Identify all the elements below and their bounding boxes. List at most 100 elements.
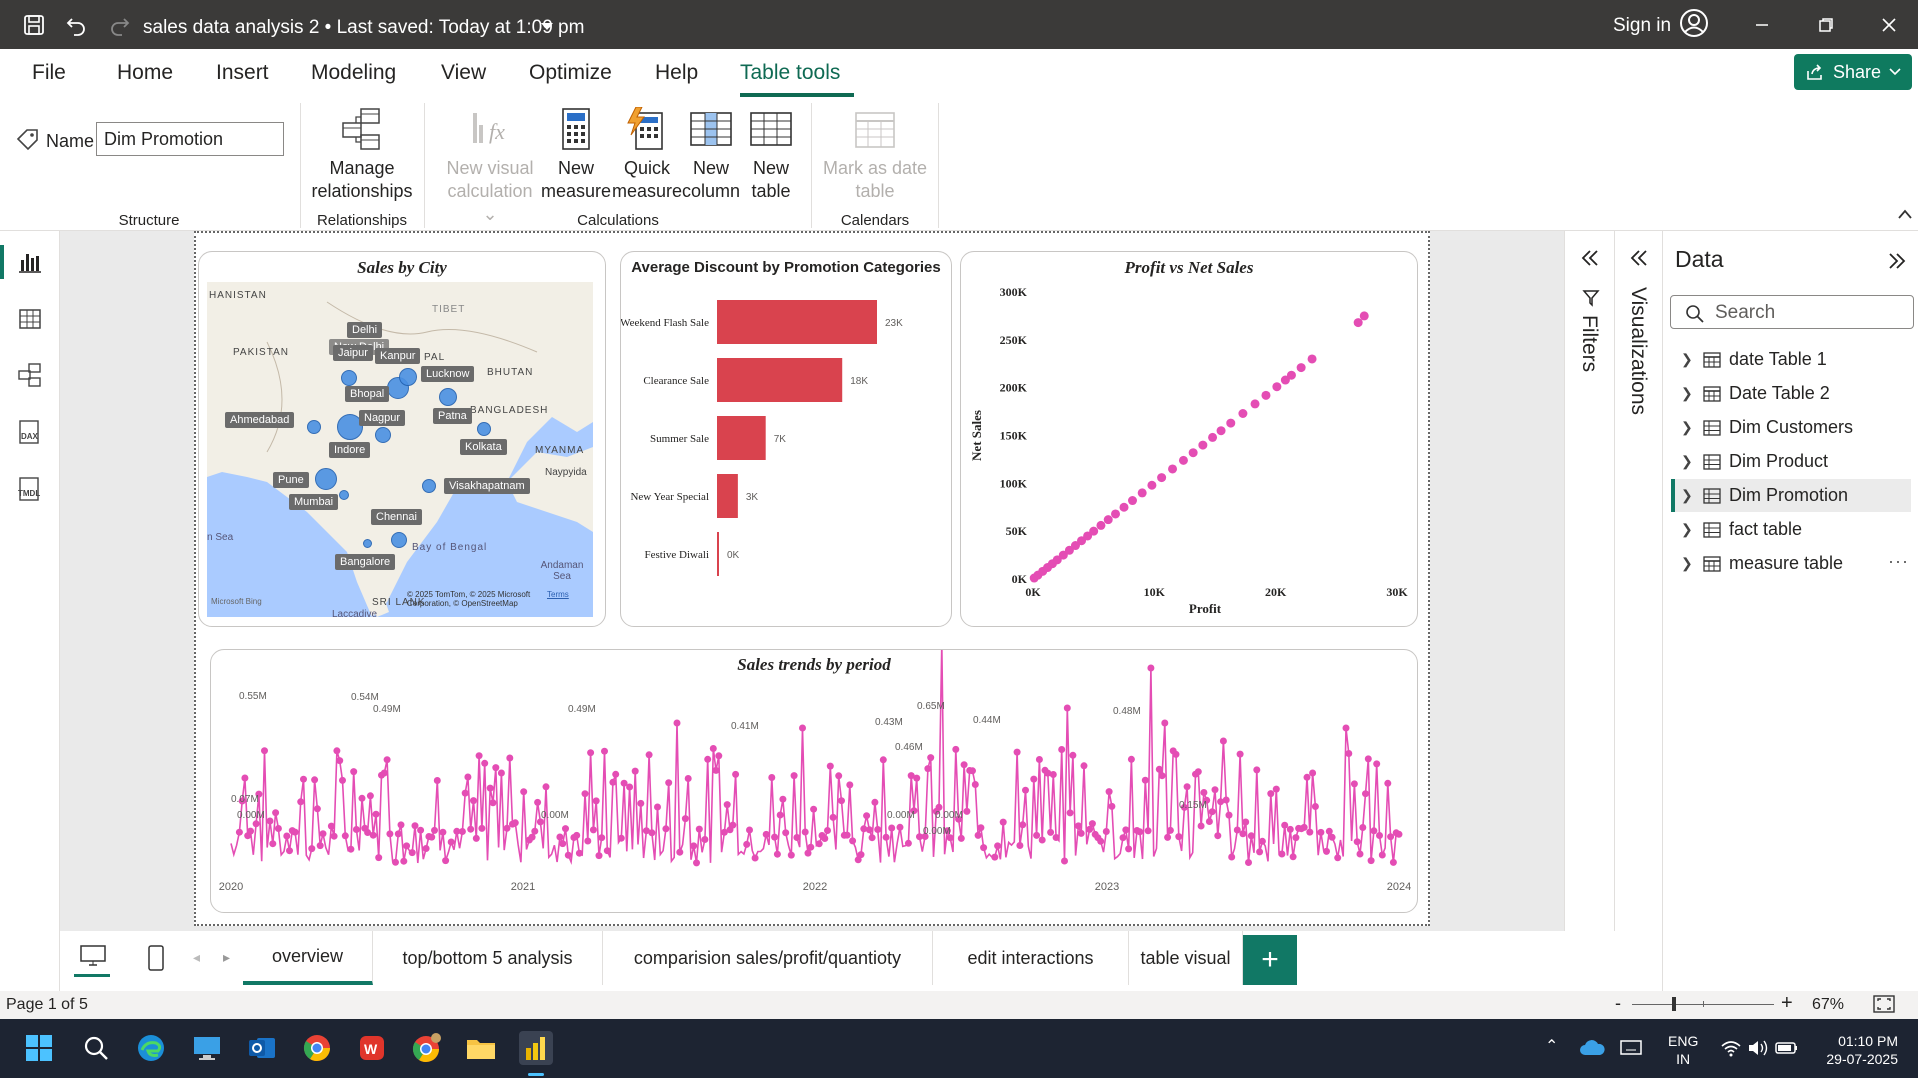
line-point[interactable] — [400, 857, 408, 865]
line-point[interactable] — [715, 752, 723, 760]
table-view-icon[interactable] — [12, 301, 48, 337]
line-point[interactable] — [1105, 788, 1113, 796]
fit-to-page-icon[interactable] — [1873, 995, 1895, 1013]
line-point[interactable] — [1323, 847, 1330, 855]
line-point[interactable] — [662, 825, 670, 833]
line-point[interactable] — [464, 773, 472, 781]
clock[interactable]: 01:10 PM 29-07-2025 — [1818, 1032, 1898, 1068]
line-point[interactable] — [768, 774, 776, 781]
line-point[interactable] — [913, 774, 921, 782]
line-point[interactable] — [1222, 796, 1230, 804]
language-indicator[interactable]: ENG IN — [1668, 1032, 1698, 1068]
zoom-level[interactable]: 67% — [1812, 996, 1844, 1014]
scatter-point[interactable] — [1353, 318, 1363, 328]
line-point[interactable] — [1097, 837, 1105, 845]
scatter-point[interactable] — [1119, 502, 1129, 512]
windows-start-icon[interactable] — [22, 1031, 56, 1065]
line-point[interactable] — [751, 854, 759, 862]
line-point[interactable] — [392, 858, 399, 866]
line-point[interactable] — [1306, 828, 1314, 836]
line-point[interactable] — [779, 795, 787, 803]
line-point[interactable] — [1325, 827, 1333, 835]
new-table-button[interactable]: New table — [736, 107, 806, 203]
line-point[interactable] — [1376, 832, 1383, 839]
line-point[interactable] — [439, 828, 447, 836]
line-point[interactable] — [1144, 827, 1152, 835]
chevron-right-icon[interactable]: ❯ — [1681, 555, 1699, 572]
zoom-out-button[interactable]: - — [1615, 993, 1621, 1014]
line-point[interactable] — [1350, 780, 1358, 788]
chevron-down-icon[interactable] — [532, 12, 562, 42]
line-point[interactable] — [470, 797, 477, 805]
line-point[interactable] — [1256, 848, 1264, 856]
file-explorer-icon[interactable] — [464, 1031, 498, 1065]
line-point[interactable] — [592, 797, 600, 805]
line-point[interactable] — [1194, 768, 1202, 776]
line-point[interactable] — [904, 839, 912, 847]
line-point[interactable] — [1066, 809, 1074, 817]
line-point[interactable] — [1166, 826, 1174, 834]
tab-help[interactable]: Help — [655, 61, 698, 85]
line-point[interactable] — [1384, 779, 1392, 787]
line-point[interactable] — [793, 834, 801, 841]
line-point[interactable] — [380, 769, 388, 777]
bar[interactable] — [717, 416, 766, 460]
line-point[interactable] — [810, 805, 818, 813]
line-point[interactable] — [589, 826, 597, 834]
line-point[interactable] — [1147, 664, 1155, 672]
line-point[interactable] — [431, 826, 438, 834]
chevron-right-icon[interactable]: ❯ — [1681, 487, 1699, 504]
line-point[interactable] — [676, 848, 684, 856]
chevron-right-icon[interactable]: ❯ — [1681, 351, 1699, 368]
line-point[interactable] — [1214, 832, 1222, 840]
line-point[interactable] — [534, 798, 542, 806]
line-point[interactable] — [573, 831, 581, 839]
line-point[interactable] — [327, 822, 335, 830]
scatter-point[interactable] — [1272, 382, 1282, 392]
line-point[interactable] — [896, 823, 904, 831]
line-point[interactable] — [447, 838, 455, 846]
line-point[interactable] — [336, 757, 344, 765]
line-point[interactable] — [957, 834, 965, 842]
line-point[interactable] — [433, 777, 441, 784]
line-point[interactable] — [269, 840, 277, 848]
line-point[interactable] — [1122, 826, 1130, 834]
table-item[interactable]: ❯ Date Table 2 — [1671, 377, 1911, 410]
line-point[interactable] — [1030, 775, 1038, 783]
line-point[interactable] — [1236, 750, 1244, 758]
line-point[interactable] — [478, 824, 486, 832]
line-point[interactable] — [241, 774, 249, 782]
filters-label[interactable]: Filters — [1577, 315, 1601, 372]
line-point[interactable] — [291, 828, 299, 836]
line-point[interactable] — [857, 851, 865, 859]
share-button[interactable]: Share — [1794, 54, 1912, 90]
line-point[interactable] — [1300, 823, 1308, 831]
line-point[interactable] — [609, 778, 617, 786]
line-point[interactable] — [286, 847, 293, 855]
zoom-slider[interactable] — [1632, 997, 1774, 1011]
table-name-input[interactable]: Dim Promotion — [96, 122, 284, 156]
scatter-point[interactable] — [1307, 354, 1317, 364]
line-point[interactable] — [746, 826, 753, 834]
bar[interactable] — [717, 474, 738, 518]
line-point[interactable] — [999, 818, 1007, 826]
line-point[interactable] — [1334, 854, 1342, 862]
line-point[interactable] — [1175, 833, 1183, 841]
line-point[interactable] — [1047, 828, 1055, 836]
chevron-right-icon[interactable]: ❯ — [1681, 453, 1699, 470]
line-point[interactable] — [924, 765, 932, 773]
line-point[interactable] — [684, 775, 692, 782]
line-point[interactable] — [1303, 773, 1311, 781]
tab-home[interactable]: Home — [117, 61, 173, 85]
line-point[interactable] — [994, 842, 1002, 850]
line-point[interactable] — [1342, 724, 1350, 732]
line-point[interactable] — [645, 751, 653, 759]
line-point[interactable] — [347, 845, 355, 853]
line-point[interactable] — [1080, 762, 1088, 770]
line-point[interactable] — [1225, 811, 1233, 819]
map-bubble[interactable] — [363, 539, 372, 548]
tab-view[interactable]: View — [441, 61, 486, 85]
line-point[interactable] — [1253, 766, 1261, 774]
account-icon[interactable] — [1679, 8, 1709, 38]
line-point[interactable] — [801, 828, 809, 836]
